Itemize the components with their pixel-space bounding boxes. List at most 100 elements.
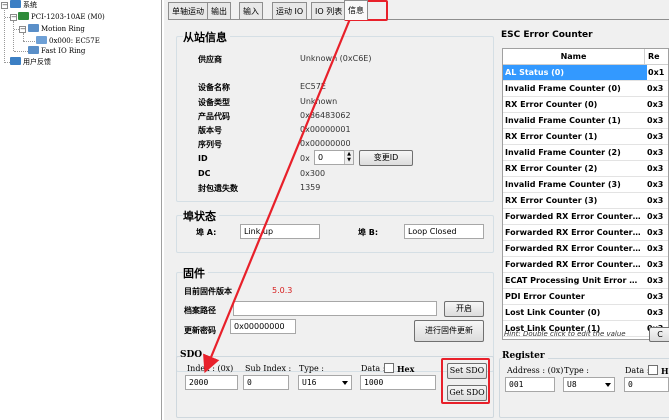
firmware-title: 固件 [183, 265, 208, 281]
esc-row-value: 0x3 [647, 196, 664, 205]
sdo-type-label: Type : [299, 364, 324, 373]
annotation-box-sdo-buttons [441, 358, 490, 404]
feedback-icon [10, 57, 21, 65]
esc-table-row[interactable]: RX Error Counter (2) 0x3 [503, 161, 668, 177]
sdo-data-label: Data : [361, 364, 386, 373]
esc-title: ESC Error Counter [501, 30, 596, 40]
esc-row-name: Invalid Frame Counter (1) [505, 116, 621, 125]
register-hex-checkbox[interactable] [648, 365, 658, 375]
file-path-label: 档案路径 [184, 306, 216, 315]
esc-table-row[interactable]: Forwarded RX Error Counter ... 0x3 [503, 257, 668, 273]
sdo-type-select[interactable]: U16 [298, 375, 352, 390]
address-input[interactable]: 001 [505, 377, 555, 392]
esc-row-value: 0x3 [647, 292, 664, 301]
esc-col-name[interactable]: Name [503, 49, 645, 65]
dc-label: DC [198, 169, 211, 178]
packet-loss-label: 封包遗失数 [198, 184, 238, 193]
vendor-value: Unknown (0xC6E) [300, 54, 372, 63]
tree-node-motion-ring[interactable]: Motion Ring [28, 24, 85, 35]
tree-node-system[interactable]: 系统 [10, 0, 37, 11]
version-label: 版本号 [198, 126, 222, 135]
device-tree[interactable]: − 系统 − PCI-1203-10AE (M0) − Motion Ring … [0, 0, 162, 420]
packet-loss-value: 1359 [300, 183, 321, 192]
collapse-icon[interactable]: − [1, 2, 8, 9]
esc-row-value: 0x3 [647, 100, 664, 109]
esc-row-name: Invalid Frame Counter (3) [505, 180, 621, 189]
id-spinbox[interactable]: 0 ▲ ▼ [314, 150, 354, 165]
tab-motion-io[interactable]: 运动 IO [272, 2, 308, 19]
esc-row-name: Forwarded RX Error Counter ... [505, 260, 643, 269]
esc-table-row[interactable]: Lost Link Counter (0) 0x3 [503, 305, 668, 321]
dropdown-arrow-icon [342, 381, 348, 385]
esc-table-row[interactable]: AL Status (0) 0x1 [503, 65, 668, 81]
ring-icon [28, 24, 39, 32]
tree-node-fast-io-ring[interactable]: Fast IO Ring [28, 46, 85, 57]
ring-icon [28, 46, 39, 54]
tab-output[interactable]: 输出 [207, 2, 231, 19]
firmware-update-button[interactable]: 进行固件更新 [414, 320, 484, 342]
esc-row-name: Forwarded RX Error Counter ... [505, 244, 643, 253]
dc-value: 0x300 [300, 169, 326, 178]
index-label: Index : (0x) [187, 364, 234, 373]
version-value: 0x00000001 [300, 125, 351, 134]
esc-col-value[interactable]: Re [645, 49, 668, 65]
update-key-input[interactable]: 0x00000000 [230, 319, 296, 334]
change-id-button[interactable]: 变更ID [359, 150, 413, 166]
tab-info[interactable]: 信息 [344, 0, 368, 20]
esc-row-name: Forwarded RX Error Counter ... [505, 228, 643, 237]
esc-table-row[interactable]: RX Error Counter (3) 0x3 [503, 193, 668, 209]
esc-row-value: 0x3 [647, 116, 664, 125]
esc-row-value: 0x3 [647, 164, 664, 173]
sdo-data-input[interactable]: 1000 [360, 375, 436, 390]
tab-input[interactable]: 输入 [239, 2, 263, 19]
esc-row-name: ECAT Processing Unit Error C... [505, 276, 643, 285]
sdo-title: SDO [180, 350, 206, 360]
open-file-button[interactable]: 开启 [444, 301, 484, 317]
esc-row-value: 0x3 [647, 148, 664, 157]
esc-table-row[interactable]: ECAT Processing Unit Error C... 0x3 [503, 273, 668, 289]
esc-table-row[interactable]: Invalid Frame Counter (1) 0x3 [503, 113, 668, 129]
esc-row-name: Forwarded RX Error Counter ... [505, 212, 643, 221]
esc-row-value: 0x3 [647, 244, 664, 253]
address-label: Address : (0x) [507, 366, 564, 375]
esc-table-row[interactable]: Forwarded RX Error Counter ... 0x3 [503, 241, 668, 257]
esc-edge-button[interactable]: C [649, 327, 669, 342]
esc-row-value: 0x3 [647, 84, 664, 93]
collapse-icon[interactable]: − [10, 14, 17, 21]
port-a-label: 埠 A: [196, 228, 217, 237]
esc-error-table[interactable]: Name Re AL Status (0) 0x1 Invalid Frame Co… [502, 48, 669, 340]
register-data-input[interactable]: 0 [624, 377, 669, 392]
esc-row-name: RX Error Counter (2) [505, 164, 598, 173]
esc-table-row[interactable]: RX Error Counter (0) 0x3 [503, 97, 668, 113]
serial-label: 序列号 [198, 140, 222, 149]
esc-row-value: 0x3 [647, 212, 664, 221]
esc-row-value: 0x3 [647, 308, 664, 317]
collapse-icon[interactable]: − [19, 26, 26, 33]
esc-table-row[interactable]: Forwarded RX Error Counter ... 0x3 [503, 225, 668, 241]
spin-arrows-icon[interactable]: ▲ ▼ [344, 151, 353, 164]
esc-row-value: 0x3 [647, 276, 664, 285]
register-type-select[interactable]: U8 [563, 377, 615, 392]
esc-table-row[interactable]: PDI Error Counter 0x3 [503, 289, 668, 305]
esc-table-row[interactable]: Invalid Frame Counter (2) 0x3 [503, 145, 668, 161]
tab-io-list[interactable]: IO 列表 [311, 2, 347, 19]
hex-label: Hex [397, 364, 415, 374]
esc-table-row[interactable]: Invalid Frame Counter (3) 0x3 [503, 177, 668, 193]
esc-table-row[interactable]: RX Error Counter (1) 0x3 [503, 129, 668, 145]
firmware-version-value: 5.0.3 [272, 286, 293, 295]
subindex-input[interactable]: 0 [243, 375, 289, 390]
index-input[interactable]: 2000 [185, 375, 238, 390]
tab-single-axis[interactable]: 单轴运动 [168, 2, 208, 19]
esc-table-row[interactable]: Invalid Frame Counter (0) 0x3 [503, 81, 668, 97]
hex-checkbox[interactable] [384, 363, 394, 373]
slave-icon [36, 36, 47, 44]
register-hex-label: H [661, 366, 669, 376]
tree-node-feedback[interactable]: 用户反馈 [10, 57, 51, 68]
esc-table-row[interactable]: Forwarded RX Error Counter ... 0x3 [503, 209, 668, 225]
esc-row-value: 0x3 [647, 180, 664, 189]
esc-row-value: 0x1 [647, 65, 668, 80]
esc-row-name: PDI Error Counter [505, 292, 585, 301]
esc-row-name: Invalid Frame Counter (2) [505, 148, 621, 157]
tree-node-card[interactable]: PCI-1203-10AE (M0) [18, 12, 105, 23]
file-path-input[interactable] [233, 301, 437, 316]
